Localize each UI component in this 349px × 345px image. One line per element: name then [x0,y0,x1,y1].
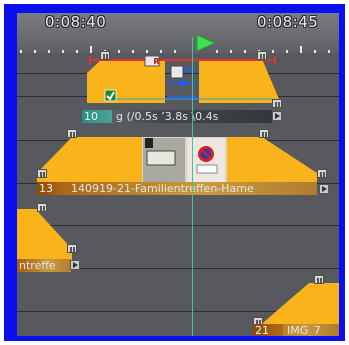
window-frame: 0:08:40 0:08:45 R 10 g (/0.5s ’3.8s \0.4… [4,4,345,341]
clip-21-label[interactable]: 21 IMG_7 [253,324,339,336]
clip-21-handle-right[interactable] [314,275,324,284]
playhead-line[interactable] [192,37,193,336]
clip-21-name: IMG_7 [287,324,321,336]
clip-21-number: 21 [253,324,283,336]
timeline[interactable]: 0:08:40 0:08:45 R 10 g (/0.5s ’3.8s \0.4… [17,13,339,336]
clip-21-shape [257,283,339,336]
